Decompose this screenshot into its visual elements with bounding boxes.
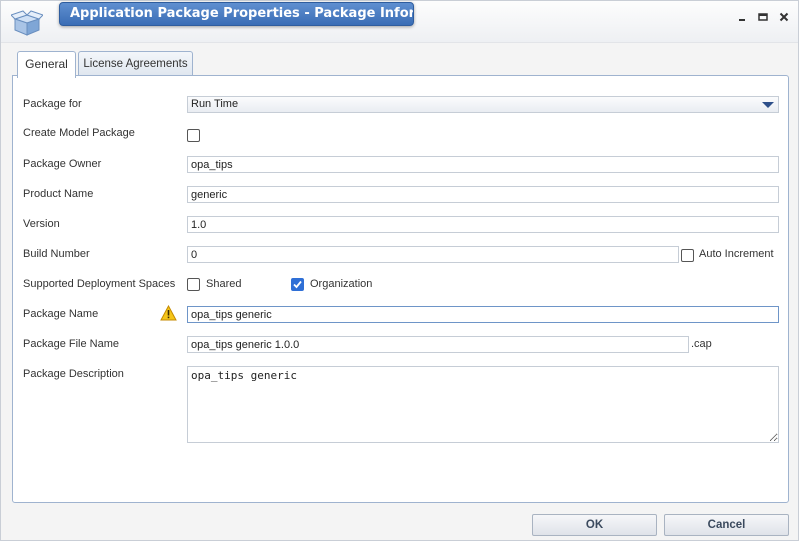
package-for-value: Run Time: [191, 98, 239, 110]
organization-label: Organization: [310, 278, 373, 290]
package-description-label: Package Description: [23, 368, 124, 380]
deployment-spaces-label: Supported Deployment Spaces: [23, 278, 176, 290]
package-for-select[interactable]: Run Time: [187, 96, 779, 113]
auto-increment-checkbox[interactable]: [681, 249, 694, 262]
dialog-window: Application Package Properties - Package…: [0, 0, 799, 541]
package-box-icon: [10, 9, 44, 37]
package-owner-field[interactable]: [187, 156, 779, 173]
package-owner-label: Package Owner: [23, 158, 102, 170]
title-bar[interactable]: Application Package Properties - Package…: [1, 1, 798, 43]
cancel-button[interactable]: Cancel: [664, 514, 789, 536]
build-number-label: Build Number: [23, 248, 90, 260]
shared-checkbox[interactable]: [187, 278, 200, 291]
tab-license-agreements[interactable]: License Agreements: [78, 51, 193, 76]
product-name-label: Product Name: [23, 188, 94, 200]
create-model-package-checkbox[interactable]: [187, 129, 200, 142]
window-title: Application Package Properties - Package…: [59, 2, 414, 26]
close-icon[interactable]: [776, 9, 792, 25]
package-name-field[interactable]: [187, 306, 779, 323]
chevron-down-icon[interactable]: [759, 98, 777, 111]
shared-label: Shared: [206, 278, 242, 290]
package-description-field[interactable]: opa_tips generic: [187, 366, 779, 443]
organization-checkbox[interactable]: [291, 278, 304, 291]
minimize-icon[interactable]: [734, 9, 750, 25]
create-model-package-label: Create Model Package: [23, 127, 135, 139]
maximize-icon[interactable]: [755, 9, 771, 25]
package-for-label: Package for: [23, 98, 82, 110]
auto-increment-label: Auto Increment: [699, 248, 774, 260]
package-file-name-field[interactable]: [187, 336, 689, 353]
tab-general[interactable]: General: [17, 51, 76, 78]
build-number-field[interactable]: [187, 246, 679, 263]
version-field[interactable]: [187, 216, 779, 233]
ok-button[interactable]: OK: [532, 514, 657, 536]
file-extension-label: .cap: [691, 338, 712, 350]
package-name-label: Package Name: [23, 308, 99, 320]
package-file-name-label: Package File Name: [23, 338, 119, 350]
product-name-field[interactable]: [187, 186, 779, 203]
version-label: Version: [23, 218, 60, 230]
warning-icon[interactable]: [160, 304, 177, 321]
